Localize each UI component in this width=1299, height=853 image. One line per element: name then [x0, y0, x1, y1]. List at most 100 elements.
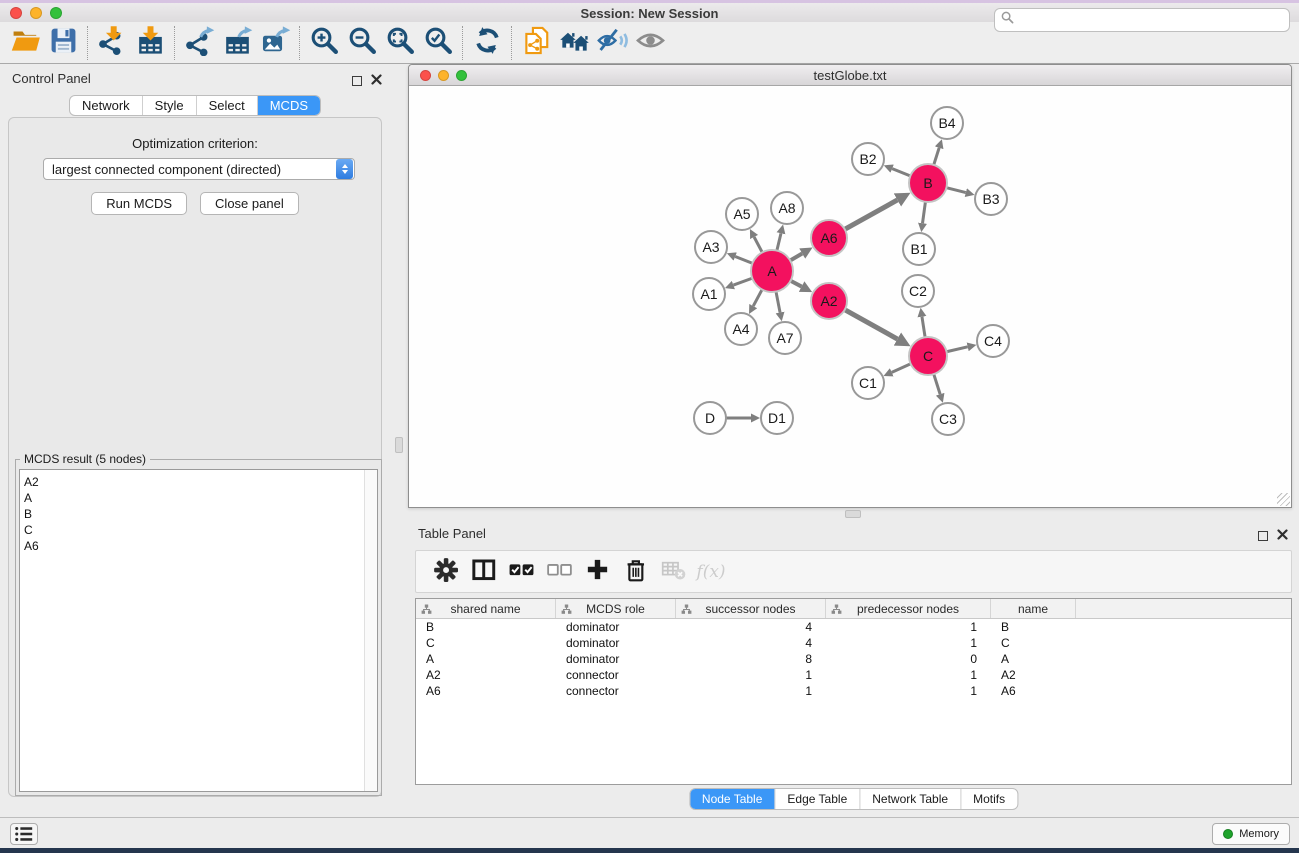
node-B[interactable]: B	[909, 164, 947, 202]
edge-A-A3[interactable]	[735, 257, 752, 264]
node-C3[interactable]: C3	[932, 403, 964, 435]
save-session-button[interactable]	[44, 25, 82, 61]
result-scrollbar[interactable]	[364, 470, 377, 791]
close-panel-icon[interactable]	[371, 72, 382, 90]
node-B3[interactable]: B3	[975, 183, 1007, 215]
run-mcds-button[interactable]: Run MCDS	[91, 192, 187, 215]
session-details-button[interactable]	[10, 823, 38, 845]
tab-select[interactable]: Select	[196, 96, 257, 115]
table-row[interactable]: A2connector11A2	[416, 667, 1291, 683]
houses-button[interactable]	[555, 25, 593, 61]
resize-grip-icon[interactable]	[1277, 493, 1290, 506]
export-table-button[interactable]	[218, 25, 256, 61]
search-input[interactable]	[1018, 11, 1289, 29]
edge-A-A7[interactable]	[776, 292, 780, 312]
edge-C-C1[interactable]	[892, 364, 911, 372]
float-panel-icon[interactable]	[1258, 531, 1268, 541]
node-C1[interactable]: C1	[852, 367, 884, 399]
export-network-button[interactable]	[180, 25, 218, 61]
close-panel-button[interactable]: Close panel	[200, 192, 299, 215]
node-A[interactable]: A	[751, 250, 793, 292]
result-item[interactable]: A6	[20, 538, 377, 554]
table-row[interactable]: Adominator80A	[416, 651, 1291, 667]
horizontal-splitter[interactable]	[408, 508, 1299, 520]
open-session-button[interactable]	[6, 25, 44, 61]
edge-B-B4[interactable]	[934, 148, 939, 165]
splitter-handle[interactable]	[395, 437, 403, 453]
add-column-button[interactable]	[578, 553, 616, 591]
node-C4[interactable]: C4	[977, 325, 1009, 357]
node-A1[interactable]: A1	[693, 278, 725, 310]
node-A3[interactable]: A3	[695, 231, 727, 263]
tab-network[interactable]: Network	[70, 96, 142, 115]
column-header-predecessor-nodes[interactable]: predecessor nodes	[826, 599, 991, 618]
vertical-splitter[interactable]	[390, 65, 408, 817]
float-panel-icon[interactable]	[352, 76, 362, 86]
table-row[interactable]: Bdominator41B	[416, 619, 1291, 635]
edge-A-A6[interactable]	[791, 254, 803, 261]
result-item[interactable]: A2	[20, 474, 377, 490]
node-D1[interactable]: D1	[761, 402, 793, 434]
node-A4[interactable]: A4	[725, 313, 757, 345]
edge-A-A4[interactable]	[753, 290, 762, 306]
deselect-all-button[interactable]	[540, 553, 578, 591]
search-field[interactable]	[994, 8, 1290, 32]
export-image-button[interactable]	[256, 25, 294, 61]
tab-node-table[interactable]: Node Table	[690, 789, 775, 809]
close-panel-icon[interactable]	[1277, 527, 1288, 545]
edge-C-C2[interactable]	[922, 317, 925, 337]
column-header-shared-name[interactable]: shared name	[416, 599, 556, 618]
splitter-handle[interactable]	[845, 510, 861, 518]
eye-button[interactable]	[631, 25, 669, 61]
node-B1[interactable]: B1	[903, 233, 935, 265]
node-B2[interactable]: B2	[852, 143, 884, 175]
edge-C-C4[interactable]	[947, 347, 968, 352]
edge-A6-B[interactable]	[845, 200, 897, 229]
delete-column-button[interactable]	[616, 553, 654, 591]
edge-A-A2[interactable]	[791, 281, 802, 287]
tab-motifs[interactable]: Motifs	[960, 789, 1017, 809]
network-canvas[interactable]: AA1A3A5A8A4A7A6A2BB2B4B3B1CC2C4C1C3DD1	[409, 87, 1291, 507]
edge-B-B3[interactable]	[947, 188, 966, 193]
tab-network-table[interactable]: Network Table	[859, 789, 960, 809]
select-all-button[interactable]	[502, 553, 540, 591]
zoom-selected-button[interactable]	[419, 25, 457, 61]
table-row[interactable]: Cdominator41C	[416, 635, 1291, 651]
node-A8[interactable]: A8	[771, 192, 803, 224]
node-D[interactable]: D	[694, 402, 726, 434]
edge-B-B2[interactable]	[892, 169, 910, 176]
import-table-button[interactable]	[131, 25, 169, 61]
edge-B-B1[interactable]	[923, 202, 926, 223]
table-mode-gear-button[interactable]	[426, 553, 464, 591]
node-A6[interactable]: A6	[811, 220, 847, 256]
memory-button[interactable]: Memory	[1212, 823, 1290, 845]
zoom-fit-button[interactable]	[381, 25, 419, 61]
edge-A-A8[interactable]	[777, 233, 781, 250]
tab-style[interactable]: Style	[142, 96, 196, 115]
table-row[interactable]: A6connector11A6	[416, 683, 1291, 699]
import-network-button[interactable]	[93, 25, 131, 61]
tab-mcds[interactable]: MCDS	[257, 96, 320, 115]
zoom-out-button[interactable]	[343, 25, 381, 61]
tab-edge-table[interactable]: Edge Table	[774, 789, 859, 809]
node-A2[interactable]: A2	[811, 283, 847, 319]
edge-A-A1[interactable]	[733, 278, 751, 285]
zoom-in-button[interactable]	[305, 25, 343, 61]
edge-A-A5[interactable]	[754, 237, 762, 252]
show-columns-button[interactable]	[464, 553, 502, 591]
eye-slash-button[interactable]	[593, 25, 631, 61]
network-document-button[interactable]	[517, 25, 555, 61]
criterion-dropdown[interactable]: largest connected component (directed)	[43, 158, 355, 180]
node-C[interactable]: C	[909, 337, 947, 375]
column-header-MCDS-role[interactable]: MCDS role	[556, 599, 676, 618]
result-item[interactable]: B	[20, 506, 377, 522]
refresh-button[interactable]	[468, 25, 506, 61]
edge-A2-C[interactable]	[845, 310, 897, 339]
column-header-name[interactable]: name	[991, 599, 1076, 618]
node-C2[interactable]: C2	[902, 275, 934, 307]
node-A5[interactable]: A5	[726, 198, 758, 230]
result-item[interactable]: C	[20, 522, 377, 538]
column-header-successor-nodes[interactable]: successor nodes	[676, 599, 826, 618]
edge-C-C3[interactable]	[934, 375, 940, 395]
result-item[interactable]: A	[20, 490, 377, 506]
